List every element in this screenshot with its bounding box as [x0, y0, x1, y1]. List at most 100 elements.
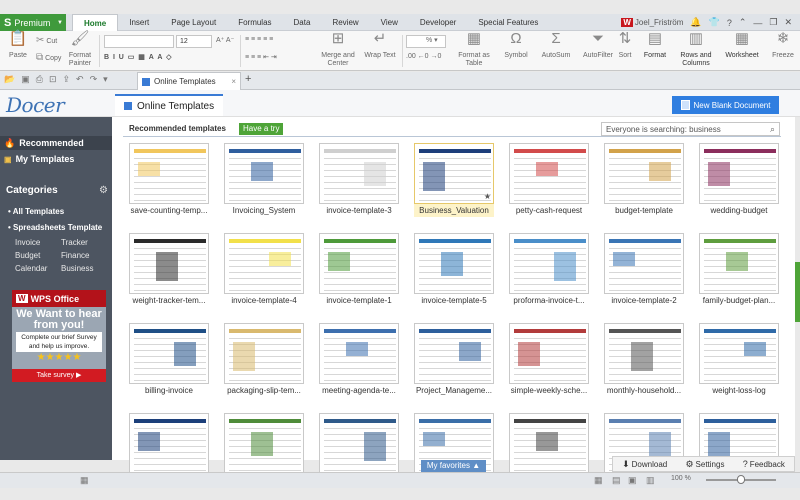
have-a-try-badge[interactable]: Have a try [239, 123, 284, 135]
percent-icon[interactable]: % ▾ [426, 36, 438, 44]
font-size-combo[interactable]: 12 [176, 35, 212, 48]
tab-home[interactable]: Home [72, 14, 119, 31]
search-input[interactable]: Everyone is searching: business ⌕ [601, 122, 780, 136]
tab-insert[interactable]: Insert [118, 14, 160, 31]
category-invoice[interactable]: Invoice [15, 238, 40, 247]
my-favorites-button[interactable]: My favorites ▲ [421, 460, 486, 472]
template-card[interactable] [509, 413, 589, 474]
template-card[interactable]: meeting-agenda-te... [319, 323, 399, 397]
autosum-button[interactable]: Σ AutoSum [536, 31, 576, 60]
settings-button[interactable]: ⚙ Settings [685, 459, 724, 470]
copy-button[interactable]: ⧉ Copy [36, 52, 61, 63]
template-card[interactable]: weight-tracker-tem... [129, 233, 209, 307]
template-card[interactable]: invoice-template-2 [604, 233, 684, 307]
template-card[interactable]: invoice-template-3 [319, 143, 399, 217]
category-tracker[interactable]: Tracker [61, 238, 88, 247]
template-card[interactable] [129, 413, 209, 474]
cut-button[interactable]: ✂ Cut [36, 35, 57, 46]
category-finance[interactable]: Finance [61, 251, 89, 260]
freeze-button[interactable]: ❄ Freeze [766, 31, 800, 60]
page-break-icon[interactable]: ▣ [628, 475, 637, 486]
download-button[interactable]: ⬇ Download [622, 459, 667, 470]
premium-button[interactable]: S Premium ▼ [0, 14, 66, 31]
template-card[interactable]: family-budget-plan... [699, 233, 779, 307]
side-scroll-tab[interactable] [795, 262, 800, 322]
tab-formulas[interactable]: Formulas [227, 14, 282, 31]
restore-icon[interactable]: ❐ [769, 17, 777, 28]
sidebar-item-my-templates[interactable]: ▣ My Templates [4, 154, 74, 164]
online-templates-tab[interactable]: Online Templates [115, 94, 224, 116]
template-card[interactable]: invoice-template-5 [414, 233, 494, 307]
open-folder-icon[interactable]: 📂 [4, 74, 15, 85]
tab-special-features[interactable]: Special Features [467, 14, 549, 31]
tab-page-layout[interactable]: Page Layout [160, 14, 227, 31]
font-name-combo[interactable] [104, 35, 174, 48]
decimal-buttons[interactable]: .00 ←0 →0 [406, 53, 441, 60]
symbol-button[interactable]: Ω Symbol [496, 31, 536, 60]
sidebar-item-all-templates[interactable]: • All Templates [8, 207, 64, 216]
font-style-buttons[interactable]: B I U ▭ ▦ A A ◇ [104, 53, 171, 61]
shirt-icon[interactable]: 👕 [709, 17, 720, 28]
sidebar-item-spreadsheets-template[interactable]: • Spreadsheets Template [8, 223, 102, 232]
export-icon[interactable]: ⇪ [62, 74, 70, 85]
worksheet-button[interactable]: ▦ Worksheet [720, 31, 764, 60]
font-grow-icon[interactable]: A⁺ A⁻ [216, 36, 234, 44]
calendar-icon[interactable]: ▦ [80, 475, 89, 486]
template-card[interactable]: ★ Business_Valuation [414, 143, 494, 217]
sidebar-item-recommended[interactable]: 🔥 Recommended [0, 136, 112, 150]
page-layout-icon[interactable]: ▤ [612, 475, 621, 486]
tab-review[interactable]: Review [321, 14, 369, 31]
new-tab-icon[interactable]: + [245, 73, 251, 85]
category-calendar[interactable]: Calendar [15, 264, 47, 273]
template-card[interactable]: save-counting-temp... [129, 143, 209, 217]
new-blank-document-button[interactable]: New Blank Document [672, 96, 779, 114]
template-card[interactable]: weight-loss-log [699, 323, 779, 397]
template-card[interactable] [319, 413, 399, 474]
print-preview-icon[interactable]: ⊡ [49, 74, 57, 85]
template-card[interactable]: proforma-invoice-t... [509, 233, 589, 307]
close-icon[interactable]: ✕ [784, 17, 792, 28]
user-account[interactable]: W Joel_Friström [621, 18, 683, 27]
chevron-down-icon[interactable]: ▾ [103, 74, 108, 85]
sort-button[interactable]: ⇅ Sort [612, 31, 638, 60]
normal-view-icon[interactable]: ▦ [594, 475, 603, 486]
feedback-button[interactable]: ? Feedback [743, 459, 785, 469]
template-card[interactable]: Project_Manageme... [414, 323, 494, 397]
tab-data[interactable]: Data [283, 14, 322, 31]
gear-icon[interactable]: ⚙ [99, 185, 108, 196]
template-card[interactable]: invoice-template-1 [319, 233, 399, 307]
template-card[interactable] [224, 413, 304, 474]
wrap-text-button[interactable]: ↵ Wrap Text [360, 31, 400, 60]
template-card[interactable]: simple-weekly-sche... [509, 323, 589, 397]
format-as-table-button[interactable]: ▦ Format as Table [454, 31, 494, 68]
redo-icon[interactable]: ↷ [90, 74, 98, 85]
template-card[interactable]: wedding-budget [699, 143, 779, 217]
tab-developer[interactable]: Developer [409, 14, 467, 31]
format-painter-button[interactable]: 🖌 Format Painter [60, 31, 100, 68]
minimize-icon[interactable]: — [753, 18, 762, 28]
zoom-slider-handle[interactable] [737, 475, 745, 484]
rows-columns-button[interactable]: ▥ Rows and Columns [674, 31, 718, 68]
template-card[interactable]: budget-template [604, 143, 684, 217]
template-card[interactable]: packaging-slip-tem... [224, 323, 304, 397]
reading-mode-icon[interactable]: ▥ [646, 475, 655, 486]
print-icon[interactable]: ⎙ [36, 74, 43, 85]
tab-view[interactable]: View [370, 14, 409, 31]
undo-icon[interactable]: ↶ [76, 74, 84, 85]
align-top-buttons[interactable]: ≡ ≡ ≡ ≡ ≡ [245, 36, 273, 43]
merge-center-button[interactable]: ⊞ Merge and Center [318, 31, 358, 68]
favorite-star-icon[interactable]: ★ [484, 192, 491, 201]
save-icon[interactable]: ▣ [21, 74, 30, 85]
template-card[interactable]: petty-cash-request [509, 143, 589, 217]
take-survey-button[interactable]: Take survey ▶ [12, 369, 106, 382]
close-tab-icon[interactable]: × [231, 77, 236, 86]
category-budget[interactable]: Budget [15, 251, 40, 260]
align-bottom-buttons[interactable]: ≡ ≡ ≡ ⇤ ⇥ [245, 53, 277, 61]
collapse-up-icon[interactable]: ⌃ [739, 17, 747, 28]
survey-ad-banner[interactable]: W WPS Office We Want to hear from you! C… [12, 290, 106, 382]
doc-tab-online-templates[interactable]: Online Templates × [137, 72, 241, 90]
format-button[interactable]: ▤ Format [640, 31, 670, 60]
help-icon[interactable]: ? [727, 18, 732, 28]
template-card[interactable]: Invoicing_System [224, 143, 304, 217]
category-business[interactable]: Business [61, 264, 93, 273]
